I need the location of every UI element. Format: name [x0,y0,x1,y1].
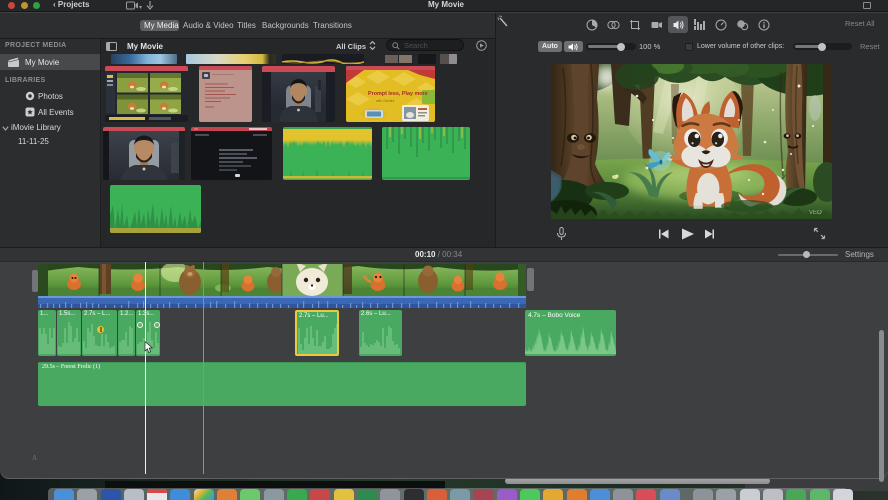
svg-text:Prompt less, Play more: Prompt less, Play more [368,91,428,97]
svg-text:VEO: VEO [809,210,822,216]
svg-text:with Gemini: with Gemini [376,99,395,103]
